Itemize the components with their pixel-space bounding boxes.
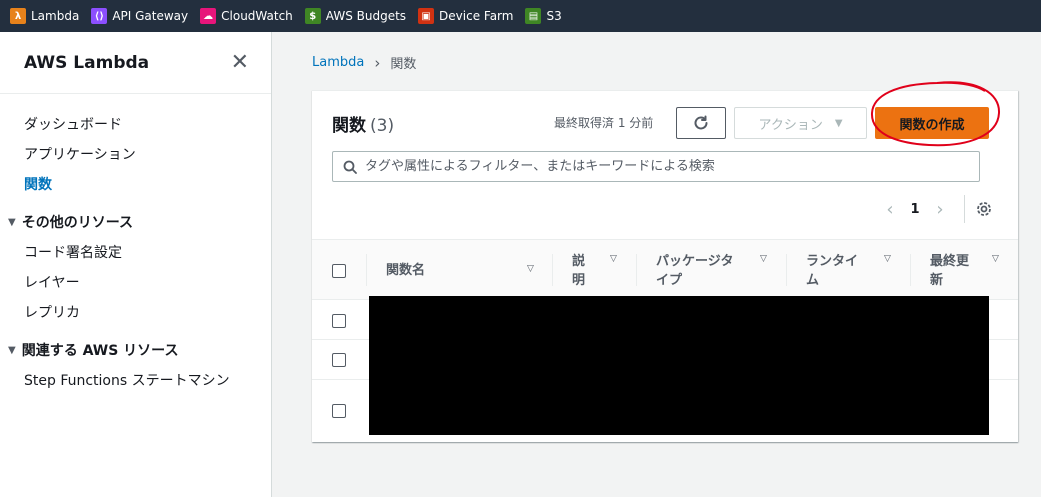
filter-search-field[interactable] — [332, 151, 980, 182]
sidebar-item-replicas[interactable]: レプリカ — [0, 298, 271, 328]
panel-title: 関数 (3) — [332, 111, 394, 136]
favorite-label: Lambda — [31, 9, 80, 23]
chevron-right-icon: › — [374, 53, 381, 72]
sidebar-item-layers[interactable]: レイヤー — [0, 268, 271, 298]
column-header-package-type[interactable]: パッケージタイプ ▽ — [636, 240, 786, 301]
column-label: 説明 — [572, 253, 586, 288]
lambda-icon: λ — [10, 8, 26, 24]
api-gateway-icon: ⟨⟩ — [91, 8, 108, 24]
sidebar-title: AWS Lambda — [24, 52, 150, 73]
breadcrumb-lambda-link[interactable]: Lambda — [312, 55, 364, 70]
favorite-s3[interactable]: ▤ S3 — [525, 8, 562, 24]
sidebar-section-related-resources[interactable]: ▼ 関連する AWS リソース — [0, 334, 271, 366]
row-checkbox[interactable] — [332, 404, 346, 418]
s3-icon: ▤ — [525, 8, 542, 24]
gear-icon[interactable] — [975, 200, 993, 218]
column-header-description[interactable]: 説明 ▽ — [552, 240, 636, 301]
select-all-cell — [332, 240, 352, 301]
favorite-label: CloudWatch — [221, 9, 293, 23]
refresh-button[interactable] — [676, 107, 726, 139]
side-navigation: AWS Lambda ✕ ダッシュボード アプリケーション 関数 ▼ その他のリ… — [0, 32, 272, 497]
page-number[interactable]: 1 — [900, 202, 930, 217]
panel-title-text: 関数 — [332, 116, 366, 136]
search-icon — [343, 160, 357, 174]
last-fetched-text: 最終取得済 1 分前 — [554, 116, 654, 130]
close-icon[interactable]: ✕ — [231, 51, 249, 74]
favorite-aws-budgets[interactable]: $ AWS Budgets — [304, 8, 407, 24]
column-label: ランタイム — [806, 253, 859, 288]
cloudwatch-icon: ☁ — [200, 8, 217, 24]
row-checkbox[interactable] — [332, 314, 346, 328]
favorite-api-gateway[interactable]: ⟨⟩ API Gateway — [91, 8, 188, 24]
actions-dropdown[interactable]: アクション ▼ — [734, 107, 867, 139]
favorite-lambda[interactable]: λ Lambda — [10, 8, 79, 24]
pagination: ‹ 1 › — [880, 195, 993, 223]
sort-icon[interactable]: ▽ — [610, 254, 617, 264]
actions-label: アクション — [758, 117, 823, 133]
favorite-device-farm[interactable]: ▣ Device Farm — [418, 8, 513, 24]
chevron-left-icon[interactable]: ‹ — [880, 199, 900, 220]
caret-down-icon: ▼ — [8, 216, 16, 228]
sidebar-item-functions[interactable]: 関数 — [0, 170, 271, 200]
column-label: 最終更新 — [930, 253, 970, 288]
chevron-right-icon[interactable]: › — [930, 199, 950, 220]
favorite-label: API Gateway — [112, 9, 189, 23]
breadcrumb: Lambda › 関数 — [312, 53, 417, 73]
select-all-checkbox[interactable] — [332, 263, 346, 278]
redacted-content — [369, 296, 989, 435]
sidebar-item-dashboard[interactable]: ダッシュボード — [0, 110, 271, 140]
device-farm-icon: ▣ — [418, 8, 435, 24]
refresh-icon — [694, 115, 708, 130]
column-header-function-name[interactable]: 関数名 ▽ — [366, 240, 552, 301]
sidebar-item-code-signing[interactable]: コード署名設定 — [0, 238, 271, 268]
favorite-label: Device Farm — [439, 9, 514, 23]
sidebar-section-other-resources[interactable]: ▼ その他のリソース — [0, 206, 271, 238]
create-function-button[interactable]: 関数の作成 — [875, 107, 989, 139]
favorite-cloudwatch[interactable]: ☁ CloudWatch — [200, 8, 293, 24]
sort-icon[interactable]: ▽ — [527, 264, 534, 274]
caret-down-icon: ▼ — [8, 344, 16, 356]
favorite-label: S3 — [546, 9, 562, 23]
column-label: 関数名 — [386, 263, 426, 278]
favorite-label: AWS Budgets — [325, 9, 407, 23]
column-header-last-modified[interactable]: 最終更新 ▽ — [910, 240, 1018, 301]
sidebar-header: AWS Lambda ✕ — [0, 32, 271, 94]
caret-down-icon: ▼ — [834, 117, 843, 129]
section-label: 関連する AWS リソース — [21, 343, 179, 359]
budgets-icon: $ — [304, 8, 321, 24]
sort-icon[interactable]: ▽ — [760, 254, 767, 264]
column-label: パッケージタイプ — [656, 253, 734, 288]
table-header: 関数名 ▽ 説明 ▽ パッケージタイプ ▽ ランタイム ▽ 最終更新 ▽ — [312, 239, 1018, 300]
sidebar-item-applications[interactable]: アプリケーション — [0, 140, 271, 170]
search-input[interactable] — [365, 159, 979, 174]
function-count: (3) — [370, 116, 395, 136]
column-header-runtime[interactable]: ランタイム ▽ — [786, 240, 910, 301]
section-label: その他のリソース — [21, 215, 134, 231]
sort-icon[interactable]: ▽ — [992, 254, 999, 264]
breadcrumb-current: 関数 — [390, 57, 417, 72]
favorites-bar: λ Lambda ⟨⟩ API Gateway ☁ CloudWatch $ A… — [0, 0, 1041, 32]
sidebar-item-step-functions[interactable]: Step Functions ステートマシン — [0, 366, 271, 396]
row-checkbox[interactable] — [332, 353, 346, 367]
sort-icon[interactable]: ▽ — [884, 254, 891, 264]
pager-divider — [964, 195, 965, 223]
functions-table-panel: 関数(3) 最終取得済 1 分前 アクション ▼ 関数の作成 ‹ 1 › — [312, 81, 1018, 442]
